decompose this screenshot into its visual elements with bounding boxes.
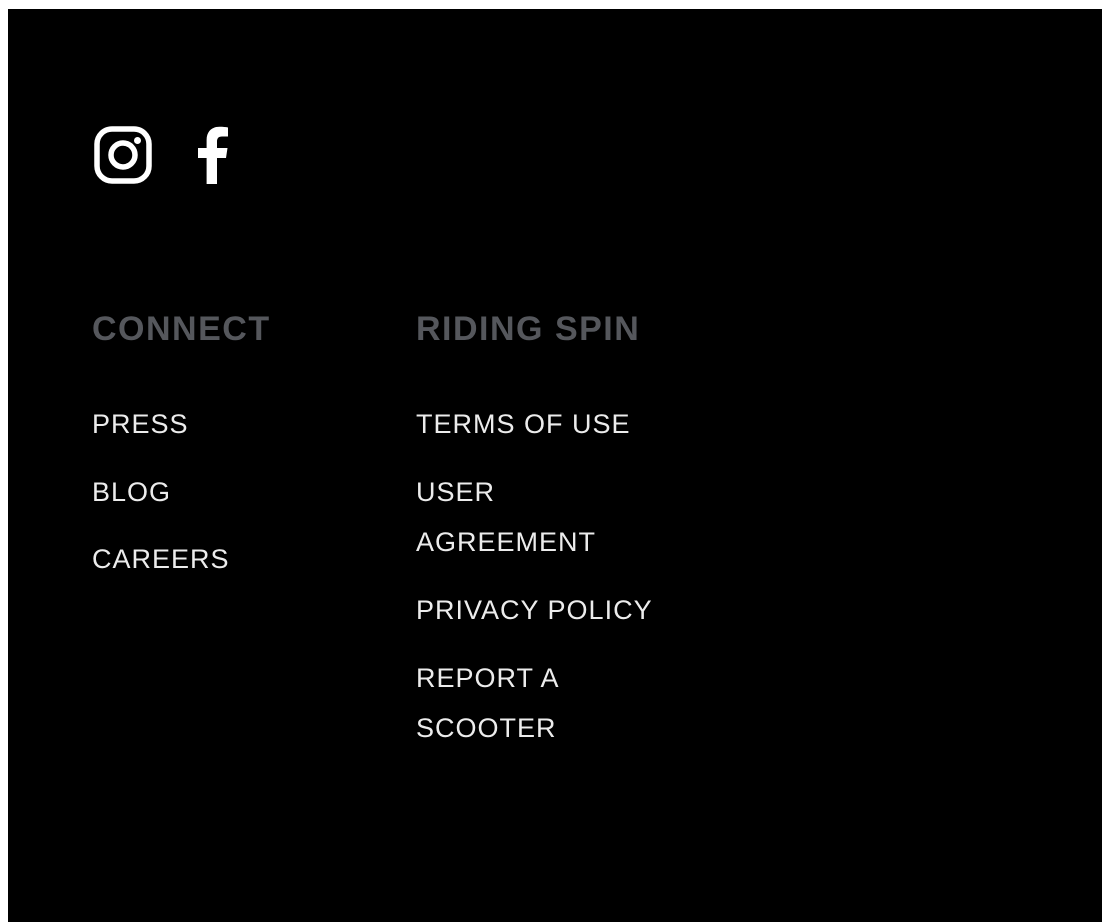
terms-of-use-link[interactable]: TERMS OF USE bbox=[416, 399, 653, 449]
connect-heading: CONNECT bbox=[92, 310, 271, 348]
instagram-icon bbox=[94, 126, 152, 184]
user-agreement-link[interactable]: USER AGREEMENT bbox=[416, 467, 606, 567]
list-item: BLOG bbox=[92, 467, 230, 517]
privacy-policy-link[interactable]: PRIVACY POLICY bbox=[416, 585, 653, 635]
social-links bbox=[94, 126, 230, 189]
connect-links: PRESS BLOG CAREERS bbox=[92, 399, 230, 602]
list-item: CAREERS bbox=[92, 534, 230, 584]
press-link[interactable]: PRESS bbox=[92, 399, 230, 449]
blog-link[interactable]: BLOG bbox=[92, 467, 230, 517]
riding-spin-column: RIDING SPIN TERMS OF USE USER AGREEMENT … bbox=[416, 309, 652, 743]
facebook-icon bbox=[198, 126, 228, 184]
footer: CONNECT PRESS BLOG CAREERS RIDING SPIN T… bbox=[8, 9, 1102, 922]
instagram-link[interactable] bbox=[94, 126, 152, 189]
list-item: USER AGREEMENT bbox=[416, 467, 653, 567]
connect-column: CONNECT PRESS BLOG CAREERS bbox=[92, 309, 271, 574]
list-item: PRIVACY POLICY bbox=[416, 585, 653, 635]
careers-link[interactable]: CAREERS bbox=[92, 534, 230, 584]
list-item: TERMS OF USE bbox=[416, 399, 653, 449]
facebook-link[interactable] bbox=[196, 126, 230, 189]
report-a-scooter-link[interactable]: REPORT A SCOOTER bbox=[416, 653, 606, 753]
list-item: REPORT A SCOOTER bbox=[416, 653, 653, 753]
riding-spin-links: TERMS OF USE USER AGREEMENT PRIVACY POLI… bbox=[416, 399, 653, 771]
list-item: PRESS bbox=[92, 399, 230, 449]
riding-spin-heading: RIDING SPIN bbox=[416, 310, 641, 348]
